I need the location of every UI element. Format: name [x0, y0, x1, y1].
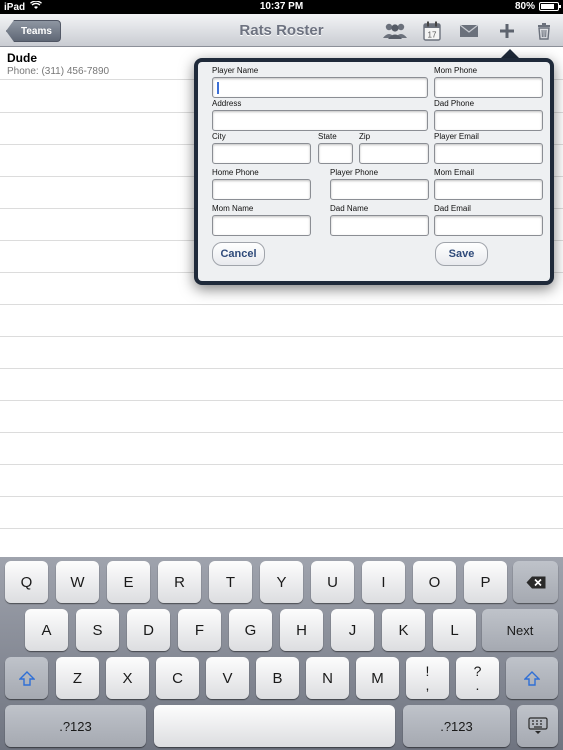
mom-phone-label: Mom Phone	[434, 66, 478, 75]
mom-phone-input[interactable]	[434, 77, 543, 98]
key-j[interactable]: J	[331, 609, 374, 651]
navigation-bar: Teams Rats Roster 17	[0, 14, 563, 47]
numbers-key-right[interactable]: .?123	[403, 705, 510, 747]
player-name-text: Dude	[7, 51, 37, 65]
dad-name-label: Dad Name	[330, 204, 369, 213]
key-b[interactable]: B	[256, 657, 299, 699]
key-t[interactable]: T	[209, 561, 252, 603]
state-input[interactable]	[318, 143, 353, 164]
mom-name-label: Mom Name	[212, 204, 254, 213]
home-phone-input[interactable]	[212, 179, 311, 200]
key-v[interactable]: V	[206, 657, 249, 699]
status-time: 10:37 PM	[259, 1, 304, 12]
save-button[interactable]: Save	[435, 242, 488, 266]
comma-char: ,	[425, 677, 430, 693]
battery-percent: 80%	[514, 1, 535, 12]
backspace-icon	[526, 576, 545, 588]
player-name-input[interactable]	[212, 77, 428, 98]
empty-row	[0, 497, 563, 529]
dad-email-label: Dad Email	[434, 204, 471, 213]
question-char: ?	[473, 663, 482, 679]
player-name-label: Player Name	[212, 66, 259, 75]
empty-row	[0, 465, 563, 497]
question-period-key[interactable]: ?.	[456, 657, 499, 699]
player-email-label: Player Email	[434, 132, 479, 141]
shift-icon	[524, 670, 540, 686]
key-x[interactable]: X	[106, 657, 149, 699]
calendar-day-text: 17	[428, 30, 437, 39]
player-email-input[interactable]	[434, 143, 543, 164]
team-icon[interactable]	[380, 18, 410, 44]
shift-key-left[interactable]	[5, 657, 48, 699]
city-input[interactable]	[212, 143, 311, 164]
dad-name-input[interactable]	[330, 215, 429, 236]
on-screen-keyboard: Q W E R T Y U I O P A S D F G H J K L Ne…	[0, 557, 563, 750]
empty-row	[0, 529, 563, 557]
empty-row	[0, 401, 563, 433]
key-s[interactable]: S	[76, 609, 119, 651]
key-o[interactable]: O	[413, 561, 456, 603]
key-p[interactable]: P	[464, 561, 507, 603]
key-r[interactable]: R	[158, 561, 201, 603]
key-g[interactable]: G	[229, 609, 272, 651]
mom-name-input[interactable]	[212, 215, 311, 236]
mom-email-input[interactable]	[434, 179, 543, 200]
backspace-key[interactable]	[513, 561, 558, 603]
shift-key-right[interactable]	[506, 657, 558, 699]
address-input[interactable]	[212, 110, 428, 131]
exclamation-comma-key[interactable]: !,	[406, 657, 449, 699]
cancel-button[interactable]: Cancel	[212, 242, 265, 266]
zip-label: Zip	[359, 132, 371, 141]
mail-icon[interactable]	[454, 18, 484, 44]
toolbar-icons: 17	[376, 14, 563, 47]
dad-phone-input[interactable]	[434, 110, 543, 131]
empty-row	[0, 337, 563, 369]
key-a[interactable]: A	[25, 609, 68, 651]
empty-row	[0, 305, 563, 337]
key-n[interactable]: N	[306, 657, 349, 699]
next-key[interactable]: Next	[482, 609, 558, 651]
add-icon[interactable]	[492, 18, 522, 44]
key-d[interactable]: D	[127, 609, 170, 651]
shift-icon	[18, 670, 35, 686]
key-q[interactable]: Q	[5, 561, 48, 603]
zip-input[interactable]	[359, 143, 429, 164]
key-l[interactable]: L	[433, 609, 476, 651]
battery-icon	[539, 2, 561, 11]
empty-row	[0, 433, 563, 465]
key-y[interactable]: Y	[260, 561, 303, 603]
calendar-icon[interactable]: 17	[417, 18, 447, 44]
key-k[interactable]: K	[382, 609, 425, 651]
key-i[interactable]: I	[362, 561, 405, 603]
key-f[interactable]: F	[178, 609, 221, 651]
mom-email-label: Mom Email	[434, 168, 475, 177]
period-char: .	[475, 677, 480, 693]
space-bar[interactable]	[154, 705, 395, 747]
dad-phone-label: Dad Phone	[434, 99, 475, 108]
player-phone-label: Player Phone	[330, 168, 379, 177]
key-u[interactable]: U	[311, 561, 354, 603]
trash-icon[interactable]	[529, 18, 559, 44]
key-m[interactable]: M	[356, 657, 399, 699]
city-label: City	[212, 132, 226, 141]
keyboard-hide-icon	[527, 717, 548, 734]
add-player-popover: Player Name Mom Phone Address Dad Phone …	[194, 58, 554, 285]
exclamation-char: !	[425, 663, 430, 679]
add-player-form: Player Name Mom Phone Address Dad Phone …	[198, 62, 550, 281]
hide-keyboard-key[interactable]	[517, 705, 558, 747]
key-c[interactable]: C	[156, 657, 199, 699]
numbers-key-left[interactable]: .?123	[5, 705, 146, 747]
dad-email-input[interactable]	[434, 215, 543, 236]
key-z[interactable]: Z	[56, 657, 99, 699]
key-w[interactable]: W	[56, 561, 99, 603]
player-phone-input[interactable]	[330, 179, 429, 200]
address-label: Address	[212, 99, 242, 108]
status-bar: iPad 10:37 PM 80%	[0, 0, 563, 14]
key-e[interactable]: E	[107, 561, 150, 603]
state-label: State	[318, 132, 337, 141]
player-phone-text: Phone: (311) 456-7890	[7, 66, 110, 77]
home-phone-label: Home Phone	[212, 168, 259, 177]
empty-row	[0, 369, 563, 401]
key-h[interactable]: H	[280, 609, 323, 651]
